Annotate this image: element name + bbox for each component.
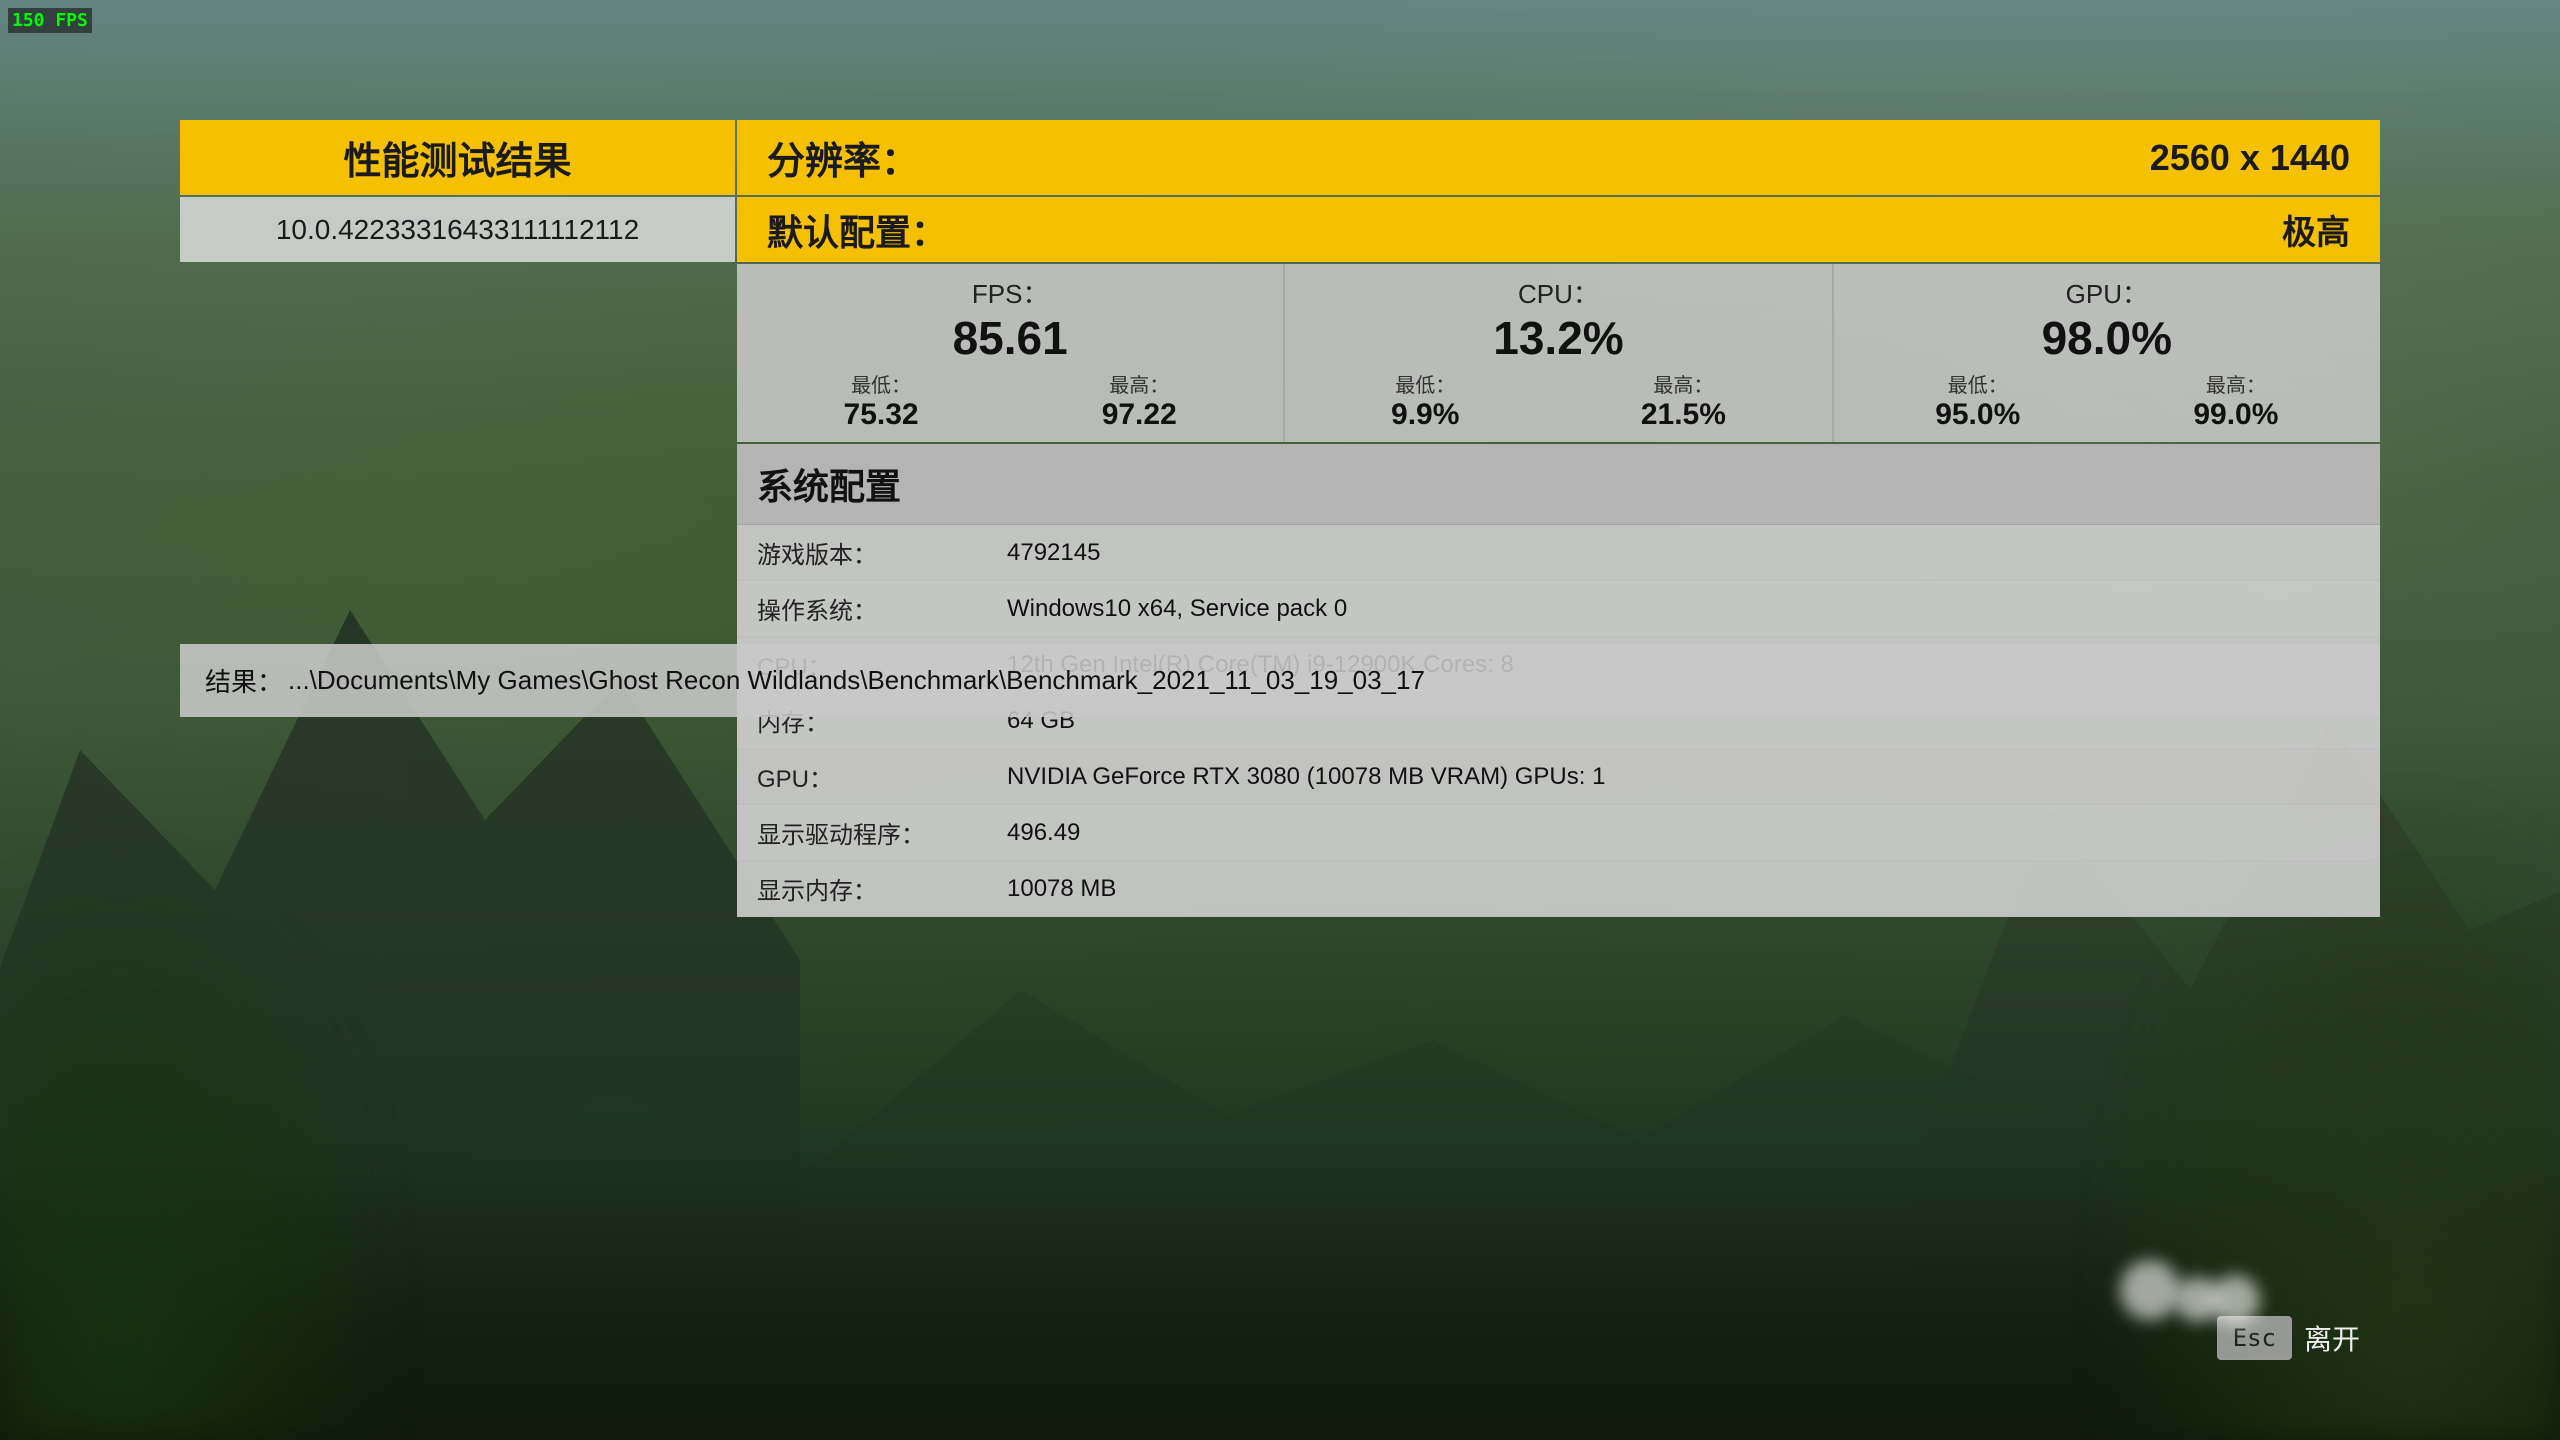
cpu-stat-box: CPU： 13.2% 最低： 9.9% 最高： 21.5% (1285, 264, 1833, 442)
resolution-value: 2560 x 1440 (2150, 137, 2350, 179)
fps-min-value: 75.32 (844, 398, 919, 432)
build-id: 10.0.42233316433111112112 (276, 214, 639, 246)
gpu-min-group: 最低： 95.0% (1935, 369, 2020, 432)
resolution-label: 分辨率： (767, 130, 919, 185)
preset-value: 极高 (2282, 205, 2350, 254)
cpu-min-group: 最低： 9.9% (1391, 369, 1459, 432)
esc-label: 离开 (2304, 1318, 2360, 1358)
result-path: ...\Documents\My Games\Ghost Recon Wildl… (288, 665, 1425, 696)
fps-stat-box: FPS： 85.61 最低： 75.32 最高： 97.22 (737, 264, 1285, 442)
cpu-max-group: 最高： 21.5% (1641, 369, 1726, 432)
orb-3 (2175, 1277, 2220, 1322)
cpu-max-value: 21.5% (1641, 398, 1726, 432)
header-resolution-section: 分辨率： 2560 x 1440 (737, 120, 2380, 195)
result-row: 结果： ...\Documents\My Games\Ghost Recon W… (180, 644, 2380, 717)
sysconfig-row: 显示驱动程序： 496.49 (737, 805, 2380, 861)
sysconfig-key: 显示驱动程序： (757, 815, 997, 850)
preset-section: 默认配置： 极高 (737, 197, 2380, 262)
cpu-min-label: 最低： (1391, 369, 1459, 398)
fps-max-label: 最高： (1102, 369, 1177, 398)
stats-row: FPS： 85.61 最低： 75.32 最高： 97.22 CPU： 13.2… (737, 264, 2380, 442)
fps-max-group: 最高： 97.22 (1102, 369, 1177, 432)
cpu-main-value: 13.2% (1300, 315, 1816, 361)
cpu-label: CPU： (1300, 274, 1816, 311)
build-id-section: 10.0.42233316433111112112 (180, 197, 735, 262)
sysconfig-header: 系统配置 (737, 444, 2380, 525)
gpu-min-value: 95.0% (1935, 398, 2020, 432)
sysconfig-table: 游戏版本： 4792145 操作系统： Windows10 x64, Servi… (737, 525, 2380, 917)
sysconfig-row: 操作系统： Windows10 x64, Service pack 0 (737, 581, 2380, 637)
sysconfig-val: 10078 MB (1007, 875, 1116, 903)
main-panel: 性能测试结果 分辨率： 2560 x 1440 10.0.42233316433… (180, 120, 2380, 917)
gpu-minmax: 最低： 95.0% 最高： 99.0% (1849, 369, 2365, 432)
header-bar: 性能测试结果 分辨率： 2560 x 1440 (180, 120, 2380, 195)
sysconfig-val: NVIDIA GeForce RTX 3080 (10078 MB VRAM) … (1007, 763, 1605, 791)
sysconfig-val: 496.49 (1007, 819, 1080, 847)
gpu-min-label: 最低： (1935, 369, 2020, 398)
sysconfig-row: GPU： NVIDIA GeForce RTX 3080 (10078 MB V… (737, 749, 2380, 805)
sysconfig-key: GPU： (757, 759, 997, 794)
cpu-max-label: 最高： (1641, 369, 1726, 398)
fps-minmax: 最低： 75.32 最高： 97.22 (752, 369, 1268, 432)
cpu-minmax: 最低： 9.9% 最高： 21.5% (1300, 369, 1816, 432)
header-title-section: 性能测试结果 (180, 120, 735, 195)
fps-counter: 150 FPS (8, 8, 92, 33)
fps-min-group: 最低： 75.32 (844, 369, 919, 432)
sysconfig-row: 游戏版本： 4792145 (737, 525, 2380, 581)
sysconfig-title: 系统配置 (757, 466, 901, 507)
gpu-max-group: 最高： 99.0% (2193, 369, 2278, 432)
fps-label: FPS： (752, 274, 1268, 311)
gpu-label: GPU： (1849, 274, 2365, 311)
second-row: 10.0.42233316433111112112 默认配置： 极高 (180, 197, 2380, 262)
fps-min-label: 最低： (844, 369, 919, 398)
sysconfig-key: 显示内存： (757, 871, 997, 906)
preset-label: 默认配置： (767, 204, 947, 256)
gpu-main-value: 98.0% (1849, 315, 2365, 361)
cpu-min-value: 9.9% (1391, 398, 1459, 432)
header-title: 性能测试结果 (343, 130, 571, 185)
orb-1 (2120, 1260, 2180, 1320)
gpu-max-label: 最高： (2193, 369, 2278, 398)
result-label: 结果： (205, 662, 283, 699)
sysconfig-key: 操作系统： (757, 591, 997, 626)
sysconfig-key: 游戏版本： (757, 535, 997, 570)
gpu-max-value: 99.0% (2193, 398, 2278, 432)
fps-max-value: 97.22 (1102, 398, 1177, 432)
sysconfig-val: Windows10 x64, Service pack 0 (1007, 595, 1347, 623)
sysconfig-row: 显示内存： 10078 MB (737, 861, 2380, 917)
fps-main-value: 85.61 (752, 315, 1268, 361)
sysconfig-val: 4792145 (1007, 539, 1100, 567)
foliage-left (0, 840, 400, 1440)
gpu-stat-box: GPU： 98.0% 最低： 95.0% 最高： 99.0% (1834, 264, 2380, 442)
